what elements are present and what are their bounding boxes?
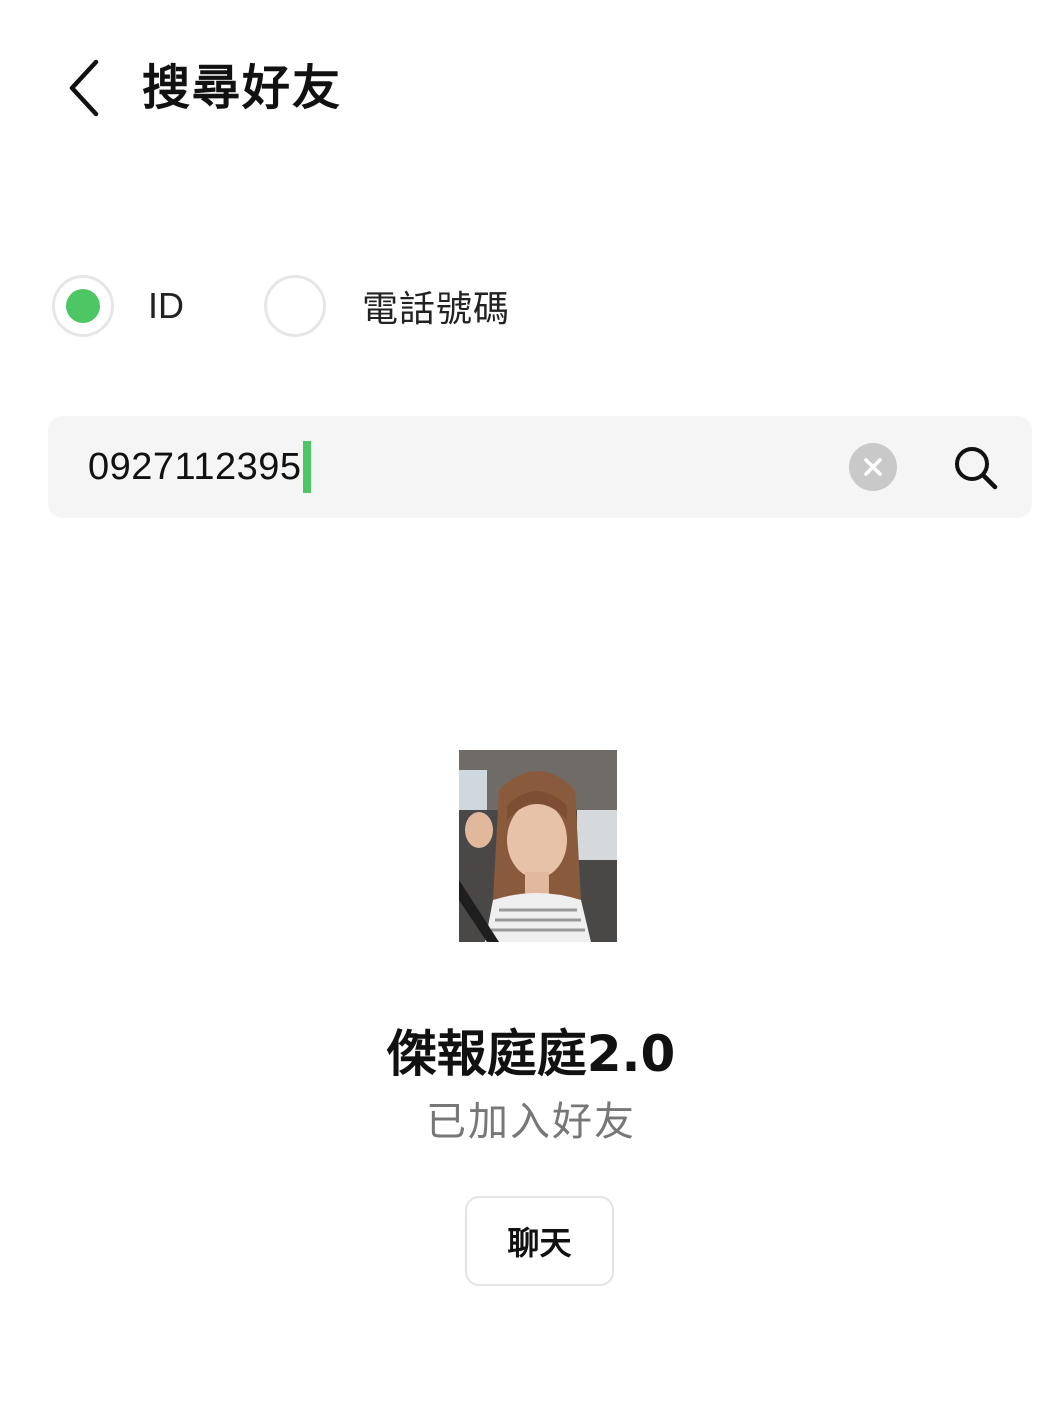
radio-option-id[interactable]: ID — [52, 268, 184, 344]
back-button[interactable] — [52, 52, 116, 124]
radio-selected-dot — [66, 289, 100, 323]
radio-label-id: ID — [148, 285, 184, 326]
search-icon — [955, 447, 998, 490]
chevron-left-icon — [69, 59, 99, 117]
search-input-value: 0927112395 — [88, 445, 302, 488]
clear-icon — [864, 458, 882, 476]
profile-avatar[interactable] — [459, 750, 617, 942]
search-input[interactable]: 0927112395 — [88, 438, 311, 496]
profile-name: 傑報庭庭2.0 — [386, 1025, 676, 1083]
page-title: 搜尋好友 — [142, 60, 343, 116]
search-type-selector: ID 電話號碼 — [0, 268, 1062, 344]
header: 搜尋好友 — [0, 0, 1062, 180]
radio-button-unchecked[interactable] — [264, 275, 326, 337]
radio-label-phone: 電話號碼 — [362, 288, 511, 329]
search-box: 0927112395 — [48, 416, 1032, 518]
radio-button-checked[interactable] — [52, 275, 114, 337]
chat-button[interactable]: 聊天 — [465, 1196, 614, 1286]
search-button[interactable] — [948, 440, 1004, 496]
clear-button[interactable] — [849, 443, 897, 491]
text-caret — [302, 441, 311, 493]
profile-photo — [459, 750, 617, 942]
radio-option-phone[interactable]: 電話號碼 — [264, 268, 510, 344]
friend-status: 已加入好友 — [426, 1099, 636, 1145]
